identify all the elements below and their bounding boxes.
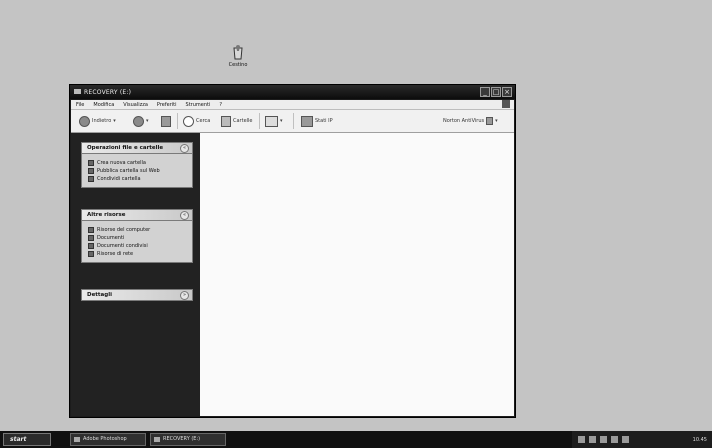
other-places-header[interactable]: Altre risorse «	[81, 209, 193, 221]
recycle-bin-shortcut[interactable]: Cestino	[222, 44, 254, 68]
taskbar-item-photoshop[interactable]: Adobe Photoshop	[70, 433, 146, 446]
task-pane: Operazioni file e cartelle « Crea nuova …	[71, 133, 200, 416]
toolbar-separator	[259, 113, 260, 129]
details-header[interactable]: Dettagli »	[81, 289, 193, 301]
menu-file[interactable]: File	[76, 102, 84, 108]
drive-icon	[74, 89, 81, 94]
task-new-folder[interactable]: Crea nuova cartella	[88, 159, 192, 167]
forward-arrow-icon	[133, 115, 144, 127]
publish-web-icon	[88, 168, 94, 174]
expand-icon[interactable]: »	[180, 291, 189, 300]
computer-icon	[88, 227, 94, 233]
file-tasks-title: Operazioni file e cartelle	[87, 145, 164, 151]
taskbar-item-recovery[interactable]: RECOVERY (E:)	[150, 433, 226, 446]
place-label: Risorse di rete	[97, 251, 134, 257]
back-button[interactable]: Indietro ▾	[79, 114, 116, 128]
menu-modifica[interactable]: Modifica	[93, 102, 114, 108]
task-label: Pubblica cartella sul Web	[97, 168, 160, 174]
task-share-folder[interactable]: Condividi cartella	[88, 175, 192, 183]
minimize-button[interactable]: _	[480, 87, 490, 97]
taskbar: start Adobe Photoshop RECOVERY (E:) 10.4…	[0, 431, 712, 448]
details-title: Dettagli	[87, 292, 112, 298]
place-my-computer[interactable]: Risorse del computer	[88, 226, 192, 234]
explorer-window: RECOVERY (E:) _ □ × File Modifica Visual…	[69, 84, 516, 418]
recycle-bin-label: Cestino	[228, 62, 248, 68]
start-button[interactable]: start	[3, 433, 51, 446]
share-folder-icon	[88, 176, 94, 182]
task-label: Crea nuova cartella	[97, 160, 146, 166]
tool-icon	[301, 115, 313, 127]
update-icon[interactable]	[622, 436, 629, 443]
search-label: Cerca	[196, 118, 211, 124]
clock: 10.45	[692, 436, 707, 443]
file-tasks-header[interactable]: Operazioni file e cartelle «	[81, 142, 193, 154]
folders-icon	[221, 115, 231, 127]
place-label: Risorse del computer	[97, 227, 151, 233]
antivirus-label: Norton AntiVirus	[443, 118, 485, 124]
forward-button[interactable]: ▾	[133, 114, 149, 128]
maximize-button[interactable]: □	[491, 87, 501, 97]
window-title: RECOVERY (E:)	[84, 89, 132, 96]
place-label: Documenti	[97, 235, 125, 241]
documents-icon	[88, 235, 94, 241]
up-folder-button[interactable]	[161, 114, 171, 128]
toolbar-separator	[293, 113, 294, 129]
up-folder-icon	[161, 115, 171, 127]
task-publish-web[interactable]: Pubblica cartella sul Web	[88, 167, 192, 175]
network-tray-icon[interactable]	[578, 436, 585, 443]
menu-help[interactable]: ?	[219, 102, 222, 108]
title-bar[interactable]: RECOVERY (E:) _ □ ×	[70, 85, 515, 99]
chevron-down-icon: ▾	[113, 118, 116, 124]
extra-tool-label: Stati IP	[315, 118, 333, 124]
recycle-bin-icon	[231, 44, 245, 60]
antivirus-icon	[486, 117, 494, 125]
back-arrow-icon	[79, 115, 90, 127]
menu-bar: File Modifica Visualizza Preferiti Strum…	[71, 100, 514, 110]
windows-logo-icon	[502, 100, 510, 108]
folders-label: Cartelle	[233, 118, 253, 124]
search-icon	[183, 115, 194, 127]
security-icon[interactable]	[600, 436, 607, 443]
collapse-icon[interactable]: «	[180, 211, 189, 220]
menu-strumenti[interactable]: Strumenti	[186, 102, 211, 108]
chevron-down-icon: ▾	[146, 118, 149, 124]
place-shared-documents[interactable]: Documenti condivisi	[88, 242, 192, 250]
shared-folder-icon	[88, 243, 94, 249]
details-panel: Dettagli »	[81, 289, 193, 301]
other-places-panel: Altre risorse « Risorse del computer Doc…	[81, 209, 193, 263]
place-documents[interactable]: Documenti	[88, 234, 192, 242]
search-button[interactable]: Cerca	[183, 114, 210, 128]
close-button[interactable]: ×	[502, 87, 512, 97]
menu-preferiti[interactable]: Preferiti	[157, 102, 177, 108]
network-icon	[88, 251, 94, 257]
toolbar: Indietro ▾ ▾ Cerca Cartelle ▾ Stati IP N…	[71, 110, 514, 133]
collapse-icon[interactable]: «	[180, 144, 189, 153]
other-places-title: Altre risorse	[87, 212, 126, 218]
extra-tool-button[interactable]: Stati IP	[301, 114, 333, 128]
place-label: Documenti condivisi	[97, 243, 148, 249]
chevron-down-icon: ▾	[495, 118, 498, 124]
task-label: Condividi cartella	[97, 176, 141, 182]
file-tasks-panel: Operazioni file e cartelle « Crea nuova …	[81, 142, 193, 188]
folders-button[interactable]: Cartelle	[221, 114, 253, 128]
antivirus-button[interactable]: Norton AntiVirus ▾	[443, 114, 498, 128]
file-list-area[interactable]	[200, 133, 514, 416]
back-label: Indietro	[92, 118, 112, 124]
antivirus-tray-icon[interactable]	[611, 436, 618, 443]
task-label: Adobe Photoshop	[83, 436, 127, 442]
photoshop-icon	[74, 437, 80, 442]
task-label: RECOVERY (E:)	[163, 436, 201, 442]
menu-visualizza[interactable]: Visualizza	[123, 102, 148, 108]
place-network[interactable]: Risorse di rete	[88, 250, 192, 258]
new-folder-icon	[88, 160, 94, 166]
drive-icon	[154, 437, 160, 442]
views-button[interactable]: ▾	[265, 114, 283, 128]
volume-icon[interactable]	[589, 436, 596, 443]
chevron-down-icon: ▾	[280, 118, 283, 124]
system-tray: 10.45	[572, 431, 712, 448]
toolbar-separator	[177, 113, 178, 129]
views-icon	[265, 115, 278, 127]
